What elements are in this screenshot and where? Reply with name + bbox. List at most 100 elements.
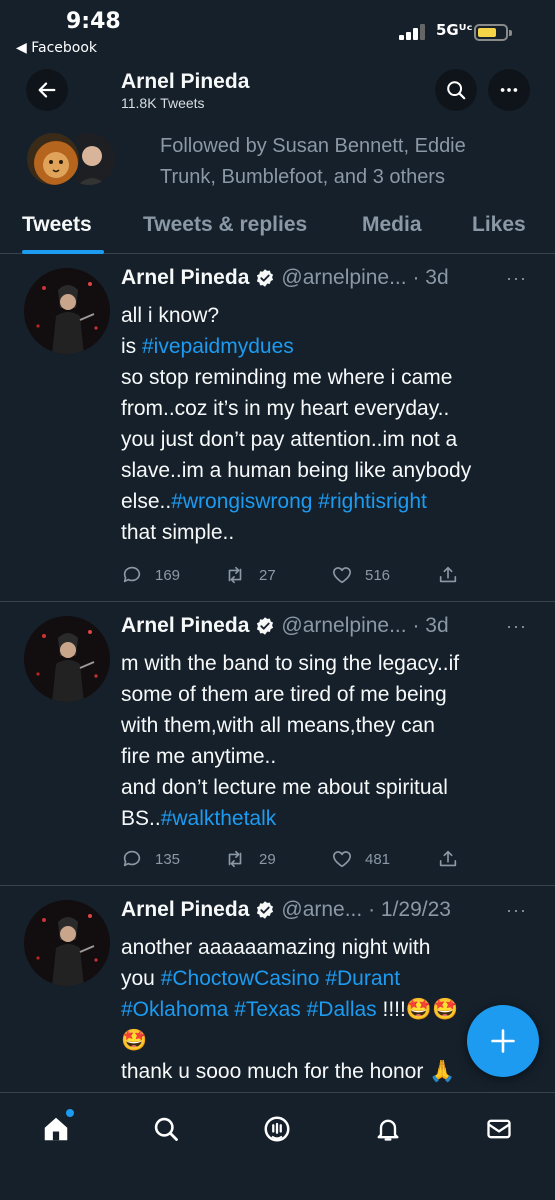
tweet-author-name[interactable]: Arnel Pineda <box>121 614 249 638</box>
retweet-count: 27 <box>259 566 276 584</box>
hashtag-link[interactable]: #rightisright <box>318 490 427 513</box>
tweet-text-line: BS..#walkthetalk <box>121 803 531 834</box>
profile-tabs: Tweets Tweets & replies Media Likes <box>0 200 555 254</box>
notification-dot <box>66 1109 74 1117</box>
like-button[interactable]: 516 <box>331 564 390 586</box>
tweet-actions: 169 27 516 <box>121 564 541 588</box>
like-button[interactable]: 481 <box>331 848 390 870</box>
tweet-author-name[interactable]: Arnel Pineda <box>121 266 249 290</box>
separator-dot: · <box>406 614 426 637</box>
hashtag-link[interactable]: #Durant <box>325 967 400 990</box>
tweet[interactable]: Arnel Pineda @arnelpine... · 3d ··· m wi… <box>0 602 555 886</box>
share-button[interactable] <box>437 848 471 870</box>
nav-notifications[interactable] <box>370 1111 406 1147</box>
tweet-handle[interactable]: @arne... <box>281 898 362 922</box>
tweet-text-segment: is <box>121 335 142 358</box>
tweet[interactable]: Arnel Pineda @arnelpine... · 3d ··· all … <box>0 254 555 602</box>
hashtag-link[interactable]: #ChoctowCasino <box>161 967 320 990</box>
retweet-button[interactable]: 27 <box>223 564 276 586</box>
tweet-text-line: is #ivepaidmydues <box>121 331 531 362</box>
status-time: 9:48 <box>66 9 121 34</box>
share-button[interactable] <box>437 564 471 586</box>
back-button[interactable] <box>26 69 68 111</box>
heart-icon <box>332 851 352 868</box>
verified-badge-icon <box>257 269 274 287</box>
tweet-actions: 135 29 481 <box>121 848 541 872</box>
tweet-text-line: you #ChoctowCasino #Durant <box>121 963 531 994</box>
tweet-text-segment: thank u sooo much for the honor 🙏 <box>121 1060 456 1083</box>
status-bar: 9:48 ◀ Facebook 5Gᵁᶜ <box>0 0 555 62</box>
nav-home[interactable] <box>38 1109 74 1147</box>
like-count: 516 <box>365 566 391 584</box>
tweet-text-line: some of them are tired of me being <box>121 679 531 710</box>
tweet-more-button[interactable]: ··· <box>506 900 527 921</box>
separator-dot: · <box>406 266 426 289</box>
separator-dot: · <box>362 898 381 921</box>
tweet-text-line: m with the band to sing the legacy..if <box>121 648 531 679</box>
tweet-text-segment: slave..im a human being like anybody <box>121 459 472 482</box>
tweet-text-segment: else.. <box>121 490 172 513</box>
hashtag-link[interactable]: #Oklahoma <box>121 998 228 1021</box>
tweet-text-segment: another aaaaaamazing night with <box>121 936 431 959</box>
tweet-more-button[interactable]: ··· <box>506 268 527 289</box>
more-horizontal-icon <box>500 88 518 92</box>
reply-button[interactable]: 135 <box>121 848 180 870</box>
tweet-author-name[interactable]: Arnel Pineda <box>121 898 249 922</box>
reply-button[interactable]: 169 <box>121 564 180 586</box>
tweet-text-line: you just don’t pay attention..im not a <box>121 424 531 455</box>
more-options-button[interactable] <box>488 69 530 111</box>
retweet-icon <box>228 566 242 584</box>
tweet-header: Arnel Pineda @arnelpine... · 3d <box>121 614 449 638</box>
followed-by-text: Followed by Susan Bennett, Eddie Trunk, … <box>160 135 466 188</box>
tweet-header: Arnel Pineda @arnelpine... · 3d <box>121 266 449 290</box>
tweet-text-segment: m with the band to sing the legacy..if <box>121 652 460 675</box>
tab-likes[interactable]: Likes <box>472 213 526 237</box>
tweet-handle[interactable]: @arnelpine... <box>281 266 406 290</box>
tweet-text-line: slave..im a human being like anybody <box>121 455 531 486</box>
reply-icon <box>123 850 141 867</box>
tweet-avatar[interactable] <box>24 268 110 354</box>
verified-badge-icon <box>257 901 274 919</box>
hashtag-link[interactable]: #walkthetalk <box>161 807 277 830</box>
nav-spaces[interactable] <box>259 1111 295 1147</box>
tab-tweets[interactable]: Tweets <box>22 213 92 237</box>
tweet-date[interactable]: 3d <box>425 266 448 290</box>
search-button[interactable] <box>435 69 477 111</box>
tweet-date[interactable]: 3d <box>425 614 448 638</box>
tweet-more-button[interactable]: ··· <box>506 616 527 637</box>
tweet-avatar[interactable] <box>24 900 110 986</box>
nav-messages[interactable] <box>481 1111 517 1147</box>
tweet-text-line: with them,with all means,they can <box>121 710 531 741</box>
tweet-text-line: else..#wrongiswrong #rightisright <box>121 486 531 517</box>
tab-media[interactable]: Media <box>362 213 422 237</box>
tweet-text-segment: you just don’t pay attention..im not a <box>121 428 458 451</box>
hashtag-link[interactable]: #Texas <box>234 998 301 1021</box>
compose-tweet-button[interactable] <box>467 1005 539 1077</box>
tab-tweets-replies[interactable]: Tweets & replies <box>143 213 307 237</box>
tweet-header: Arnel Pineda @arne... · 1/29/23 <box>121 898 451 922</box>
tweet-handle[interactable]: @arnelpine... <box>281 614 406 638</box>
network-label: 5Gᵁᶜ <box>436 21 473 39</box>
messages-icon <box>487 1119 511 1139</box>
followed-by-section[interactable]: Followed by Susan Bennett, Eddie Trunk, … <box>0 124 555 194</box>
tweet-text-segment: fire me anytime.. <box>121 745 277 768</box>
hashtag-link[interactable]: #wrongiswrong <box>171 490 312 513</box>
tweet-count: 11.8K Tweets <box>121 95 205 111</box>
tweet-text-segment: that simple.. <box>121 521 235 544</box>
tweet-text: all i know? is #ivepaidmydues so stop remi… <box>121 300 531 548</box>
search-icon <box>154 1117 178 1141</box>
tweet[interactable]: Arnel Pineda @arne... · 1/29/23 ··· anot… <box>0 886 555 1092</box>
hashtag-link[interactable]: #Dallas <box>307 998 377 1021</box>
battery-icon <box>474 24 512 41</box>
back-to-facebook-link[interactable]: ◀ Facebook <box>16 40 97 56</box>
tweet-date[interactable]: 1/29/23 <box>381 898 451 922</box>
nav-search[interactable] <box>148 1111 184 1147</box>
hashtag-link[interactable]: #ivepaidmydues <box>142 335 294 358</box>
tweet-text-segment: !!!!🤩🤩 <box>376 998 459 1021</box>
profile-name: Arnel Pineda <box>121 70 250 93</box>
signal-icon <box>399 24 429 40</box>
tweet-text-segment: so stop reminding me where i came <box>121 366 453 389</box>
retweet-button[interactable]: 29 <box>223 848 276 870</box>
share-icon <box>439 850 457 867</box>
tweet-avatar[interactable] <box>24 616 110 702</box>
